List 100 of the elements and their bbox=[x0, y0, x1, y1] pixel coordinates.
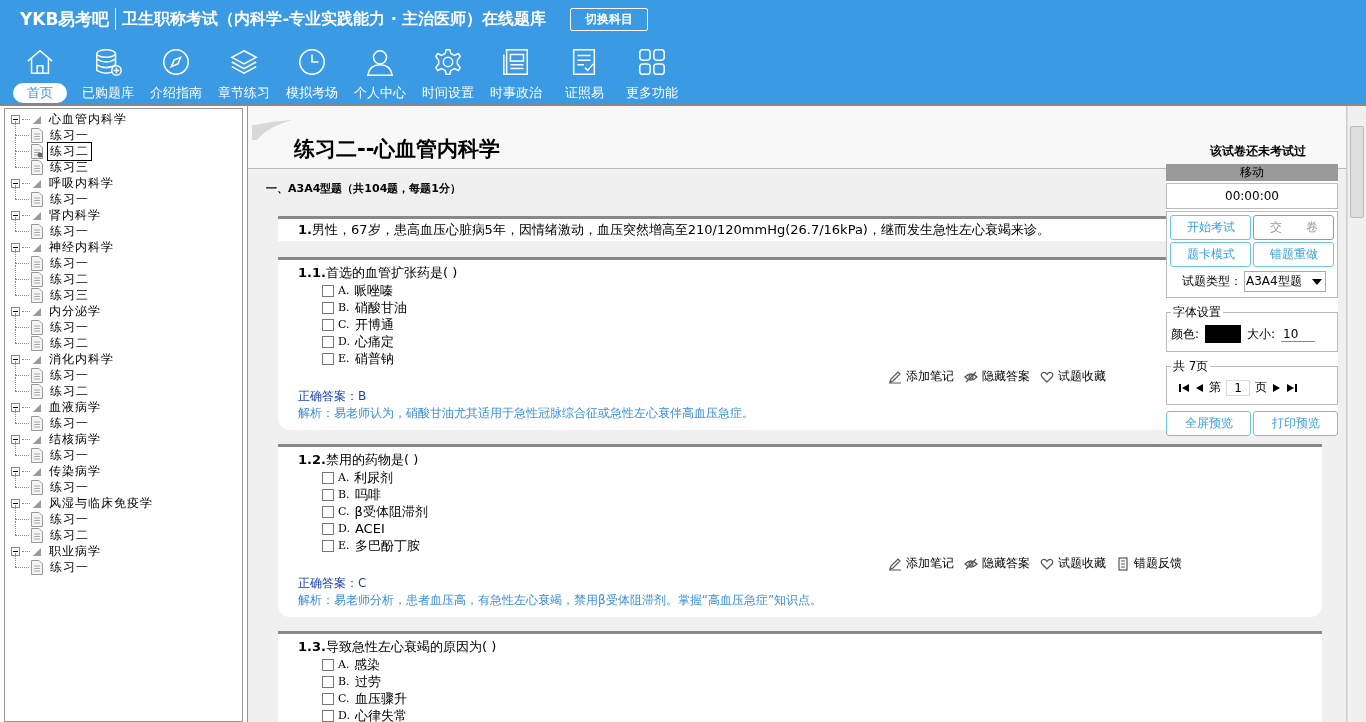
tree-item[interactable]: 传染病学 bbox=[49, 462, 101, 480]
checkbox[interactable] bbox=[322, 471, 334, 484]
eye-icon[interactable] bbox=[964, 369, 978, 384]
section-heading: 一、A3A4型题（共104题，每题1分） bbox=[266, 181, 461, 196]
option-text: 多巴酚丁胺 bbox=[354, 536, 420, 555]
checkbox[interactable] bbox=[322, 335, 334, 348]
document-icon bbox=[31, 191, 43, 207]
option-letter: B. bbox=[338, 301, 350, 314]
tree-item[interactable]: 消化内科学 bbox=[49, 350, 114, 368]
checkbox[interactable] bbox=[322, 301, 334, 314]
collapse-toggle[interactable] bbox=[11, 242, 20, 252]
settings-icon[interactable] bbox=[433, 47, 463, 77]
option-text: ACEI bbox=[354, 521, 385, 536]
type-dropdown[interactable]: A3A4型题 bbox=[1244, 271, 1326, 292]
tree-item[interactable]: 呼吸内科学 bbox=[49, 174, 114, 192]
heart-icon[interactable] bbox=[1040, 369, 1054, 384]
tree-item[interactable]: 职业病学 bbox=[49, 542, 101, 560]
action-link[interactable]: 试题收藏 bbox=[1058, 368, 1106, 385]
collapse-toggle[interactable] bbox=[11, 402, 20, 412]
tree-item[interactable]: 练习一 bbox=[47, 413, 92, 433]
checkbox[interactable] bbox=[322, 318, 334, 331]
clock-icon[interactable] bbox=[297, 47, 327, 77]
heart-icon[interactable] bbox=[1040, 556, 1054, 571]
database-icon[interactable] bbox=[93, 47, 123, 77]
action-link[interactable]: 添加笔记 bbox=[906, 555, 954, 572]
action-link[interactable]: 添加笔记 bbox=[906, 368, 954, 385]
compass-icon[interactable] bbox=[161, 47, 191, 77]
collapse-toggle[interactable] bbox=[11, 210, 20, 220]
collapse-toggle[interactable] bbox=[11, 354, 20, 364]
page-count: 共 7页 bbox=[1172, 358, 1210, 375]
color-swatch[interactable] bbox=[1205, 325, 1242, 343]
layers-icon[interactable] bbox=[229, 47, 259, 77]
document-icon bbox=[31, 159, 43, 175]
scrollbar[interactable] bbox=[1347, 106, 1366, 722]
page-curl-icon bbox=[252, 120, 292, 140]
size-field[interactable]: 10 bbox=[1281, 326, 1316, 342]
tree-item[interactable]: 内分泌学 bbox=[49, 302, 101, 320]
tree-item[interactable]: 练习一 bbox=[47, 557, 92, 577]
pencil-icon[interactable] bbox=[888, 369, 902, 384]
eye-icon[interactable] bbox=[964, 556, 978, 571]
checkbox[interactable] bbox=[322, 284, 334, 297]
collapse-toggle[interactable] bbox=[11, 466, 20, 476]
checkbox[interactable] bbox=[322, 539, 334, 552]
home-icon[interactable] bbox=[25, 47, 55, 77]
collapse-toggle[interactable] bbox=[11, 498, 20, 508]
checkbox[interactable] bbox=[322, 352, 334, 365]
previous-page-icon[interactable] bbox=[1194, 383, 1204, 392]
action-link[interactable]: 隐藏答案 bbox=[982, 368, 1030, 385]
pencil-icon[interactable] bbox=[888, 556, 902, 571]
checkbox[interactable] bbox=[322, 658, 334, 671]
checkbox[interactable] bbox=[322, 488, 334, 501]
tree-item[interactable]: 风湿与临床免疫学 bbox=[49, 494, 153, 512]
action-link[interactable]: 试题收藏 bbox=[1058, 555, 1106, 572]
newspaper-icon[interactable] bbox=[501, 47, 531, 77]
next-page-icon[interactable] bbox=[1272, 383, 1282, 392]
tree-item[interactable]: 心血管内科学 bbox=[49, 110, 127, 128]
action-link[interactable]: 错题反馈 bbox=[1134, 555, 1182, 572]
analysis-text: 解析：易老师分析，患者血压高，有急性左心衰竭，禁用β受体阻滞剂。掌握“高血压急症”知识点。 bbox=[298, 592, 824, 609]
document-pin-icon bbox=[31, 143, 43, 159]
page-field[interactable]: 1 bbox=[1226, 379, 1250, 396]
tree-item[interactable]: 神经内科学 bbox=[49, 238, 114, 256]
checkbox[interactable] bbox=[322, 522, 334, 535]
size-label: 大小: bbox=[1247, 325, 1276, 343]
document-icon bbox=[31, 223, 43, 239]
action-link[interactable]: 隐藏答案 bbox=[982, 555, 1030, 572]
collapse-toggle[interactable] bbox=[11, 178, 20, 188]
panel-title[interactable]: 移动 bbox=[1166, 164, 1338, 181]
collapse-toggle[interactable] bbox=[11, 434, 20, 444]
document-icon bbox=[31, 367, 43, 383]
tree-item[interactable]: 练习一 bbox=[47, 477, 92, 497]
collapse-toggle[interactable] bbox=[11, 114, 20, 124]
first-page-icon[interactable] bbox=[1179, 383, 1189, 392]
checkbox[interactable] bbox=[322, 692, 334, 705]
grid-icon[interactable] bbox=[637, 47, 667, 77]
tree-item[interactable]: 血液病学 bbox=[49, 398, 101, 416]
tree-item[interactable]: 练习二 bbox=[47, 141, 92, 161]
tree-item[interactable]: 结核病学 bbox=[49, 430, 101, 448]
triangle-icon bbox=[32, 402, 41, 412]
checkbox[interactable] bbox=[322, 709, 334, 722]
document-icon bbox=[31, 335, 43, 351]
last-page-icon[interactable] bbox=[1287, 383, 1297, 392]
checkbox[interactable] bbox=[322, 505, 334, 518]
case-text: 1.男性，67岁，患高血压心脏病5年，因情绪激动，血压突然增高至210/120mmHg(26.7/16kPa)，继而发生急性左心衰竭来诊。 bbox=[298, 222, 1050, 237]
tree-item[interactable]: 练习一 bbox=[47, 189, 92, 209]
checkbox[interactable] bbox=[322, 675, 334, 688]
tree-item[interactable]: 肾内科学 bbox=[49, 206, 101, 224]
page-prefix: 第 bbox=[1209, 379, 1221, 396]
collapse-toggle[interactable] bbox=[11, 546, 20, 556]
document-icon bbox=[31, 527, 43, 543]
triangle-icon bbox=[32, 354, 41, 364]
book-icon[interactable] bbox=[1116, 556, 1130, 571]
scroll-thumb[interactable] bbox=[1350, 126, 1364, 218]
option-text: β受体阻滞剂 bbox=[354, 502, 428, 521]
option-text: 硝酸甘油 bbox=[354, 298, 407, 317]
collapse-toggle[interactable] bbox=[11, 306, 20, 316]
user-icon[interactable] bbox=[365, 47, 395, 77]
question-stem: 1.2.禁用的药物是( ) bbox=[298, 451, 419, 469]
tree-item[interactable]: 练习一 bbox=[47, 445, 92, 465]
tree-item[interactable]: 练习一 bbox=[47, 221, 92, 241]
option-text: 过劳 bbox=[354, 672, 381, 691]
